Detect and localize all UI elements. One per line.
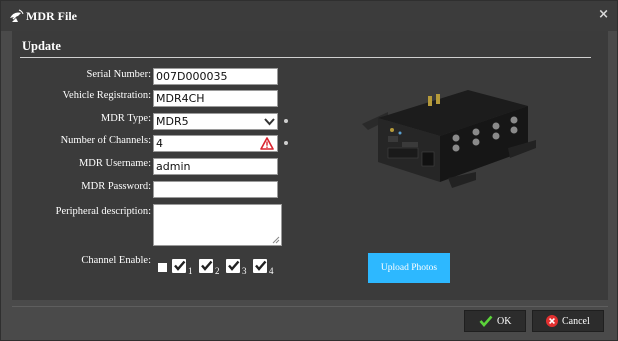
channel-1-checkbox[interactable] — [172, 259, 186, 273]
checkmark-icon — [228, 260, 240, 271]
peripheral-label: Peripheral description: — [55, 206, 151, 217]
channel-2-number: 2 — [215, 266, 220, 276]
password-field[interactable] — [153, 181, 278, 198]
username-value: admin — [156, 160, 191, 173]
checkmark-icon — [255, 260, 267, 271]
username-label: MDR Username: — [78, 158, 151, 169]
footer-divider — [12, 306, 608, 307]
cancel-button[interactable]: Cancel — [532, 310, 604, 332]
ok-label: OK — [497, 316, 512, 327]
vehicle-registration-field[interactable]: MDR4CH — [153, 90, 278, 107]
cancel-icon — [546, 315, 558, 327]
username-field[interactable]: admin — [153, 158, 278, 175]
peripheral-textarea[interactable] — [153, 204, 282, 246]
warning-icon — [260, 137, 274, 150]
mdr-file-dialog: MDR File × Update Serial Number: 007D000… — [0, 0, 618, 341]
section-title: Update — [22, 39, 61, 53]
satellite-dish-icon — [10, 9, 24, 22]
resize-grip-icon[interactable] — [272, 236, 280, 244]
serial-number-label: Serial Number: — [86, 69, 151, 80]
cancel-label: Cancel — [562, 316, 590, 327]
required-indicator — [284, 119, 288, 123]
channel-3-number: 3 — [242, 266, 247, 276]
channel-1-number: 1 — [188, 266, 193, 276]
channel-enable-label: Channel Enable: — [81, 255, 151, 266]
vehicle-registration-value: MDR4CH — [156, 92, 205, 105]
upload-photos-button[interactable]: Upload Photos — [368, 253, 450, 283]
channel-4-number: 4 — [269, 266, 274, 276]
channel-enable-all-checkbox[interactable] — [158, 263, 167, 272]
channel-4-checkbox[interactable] — [253, 259, 267, 273]
mdr-device-photo — [362, 90, 536, 188]
mdr-type-label: MDR Type: — [100, 113, 151, 124]
section-divider — [20, 57, 591, 58]
required-indicator — [284, 141, 288, 145]
mdr-type-value: MDR5 — [156, 115, 189, 128]
window-title: MDR File — [26, 9, 77, 23]
password-label: MDR Password: — [81, 181, 151, 192]
vehicle-registration-label: Vehicle Registration: — [62, 90, 151, 101]
channel-2-checkbox[interactable] — [199, 259, 213, 273]
ok-button[interactable]: OK — [464, 310, 526, 332]
mdr-type-select[interactable]: MDR5 — [153, 113, 278, 130]
chevron-down-icon[interactable] — [263, 115, 276, 128]
checkmark-icon — [174, 260, 186, 271]
channels-field[interactable]: 4 — [153, 135, 278, 152]
checkmark-icon — [479, 315, 493, 327]
title-bar[interactable]: MDR File × — [1, 1, 617, 31]
checkmark-icon — [201, 260, 213, 271]
serial-number-field[interactable]: 007D000035 — [153, 68, 278, 85]
channels-value: 4 — [156, 137, 163, 150]
channel-3-checkbox[interactable] — [226, 259, 240, 273]
serial-number-value: 007D000035 — [156, 70, 228, 83]
channels-label: Number of Channels: — [60, 135, 151, 146]
close-button[interactable]: × — [598, 7, 609, 22]
